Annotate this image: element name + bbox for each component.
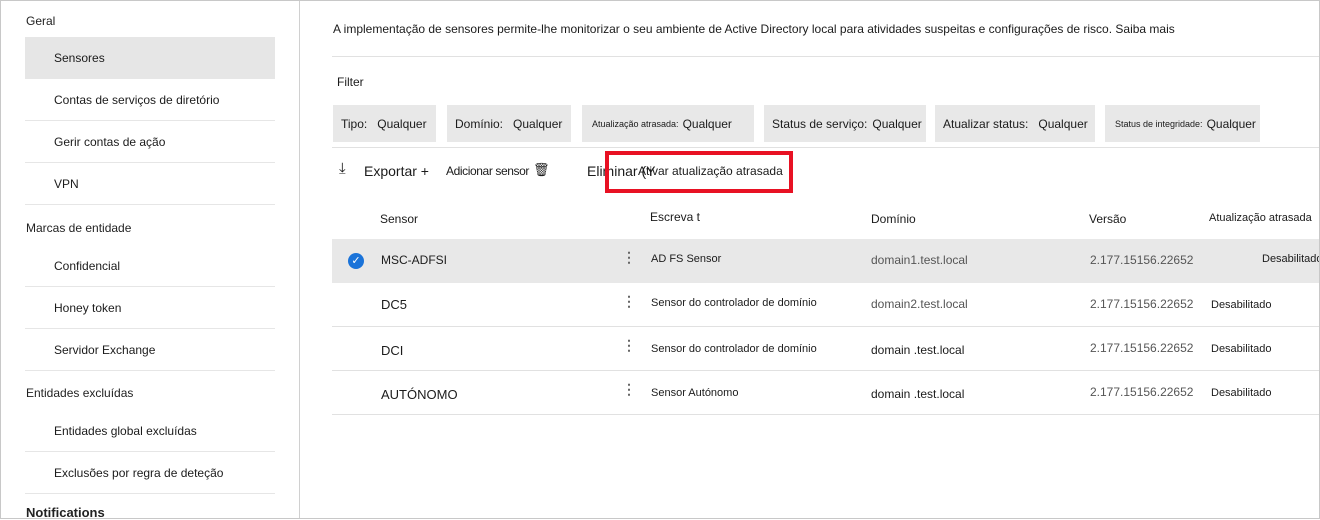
window-frame [0, 0, 1320, 519]
